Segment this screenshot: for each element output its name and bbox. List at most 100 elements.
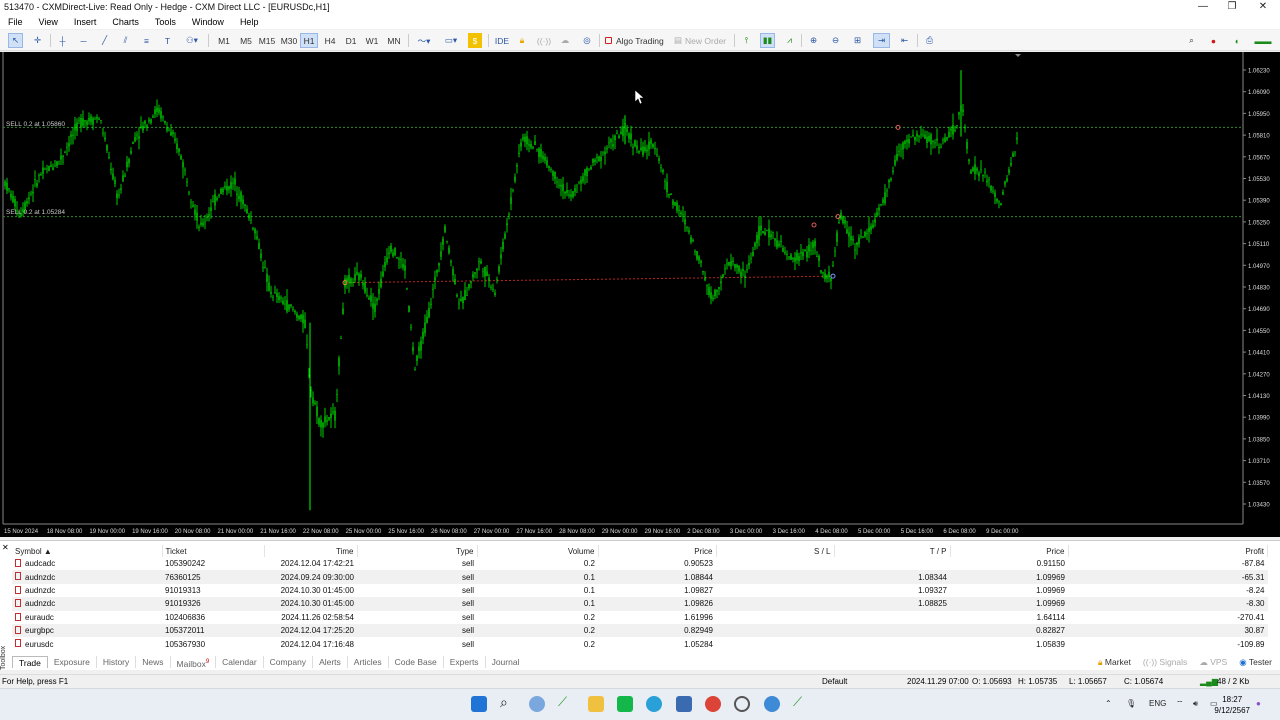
zoom-in-icon[interactable]: ⊕ [806, 33, 821, 48]
autoscroll-icon[interactable]: ⇥ [873, 33, 890, 48]
language-indicator[interactable]: ENG [1149, 699, 1166, 708]
menu-charts[interactable]: Charts [104, 17, 147, 27]
table-row[interactable]: audnzdc 91019313 2024.10.30 01:45:00 sell 0.… [12, 584, 1268, 597]
shapes-icon[interactable]: ⚇▾ [181, 33, 203, 48]
price-chart[interactable]: 1.06230 1.06090 1.05950 1.05810 1.05670 1.055… [0, 52, 1280, 537]
menu-insert[interactable]: Insert [66, 17, 105, 27]
algo-trading-button[interactable]: Algo Trading [605, 33, 665, 48]
windows-start-icon[interactable] [471, 696, 487, 712]
wifi-icon[interactable]: ⌔ [1176, 699, 1184, 709]
tab-alerts[interactable]: Alerts [313, 655, 348, 668]
restore-button[interactable]: ❐ [1222, 1, 1242, 12]
col-tp[interactable]: T / P [834, 545, 951, 557]
col-time[interactable]: Time [264, 545, 358, 557]
market-watch-icon[interactable]: ◎ [580, 33, 594, 48]
col-volume[interactable]: Volume [477, 545, 599, 557]
status-profile[interactable]: Default [822, 677, 847, 686]
tab-experts[interactable]: Experts [444, 655, 486, 668]
strategy-icon[interactable]: $ [468, 33, 482, 48]
tf-m30[interactable]: M30 [278, 33, 300, 48]
tester-link[interactable]: ◉ Tester [1239, 657, 1272, 668]
col-symbol[interactable]: Symbol ▲ [12, 545, 163, 557]
notification-icon[interactable]: ● [1206, 33, 1221, 48]
menu-file[interactable]: File [0, 17, 31, 27]
cloud-icon[interactable]: ☁ [558, 33, 572, 48]
mt5-active-icon[interactable]: ⟋ [793, 694, 809, 710]
line-chart-icon[interactable]: ⩘ [782, 33, 797, 48]
calculator-icon[interactable] [676, 696, 692, 712]
tab-company[interactable]: Company [264, 655, 314, 668]
tab-code-base[interactable]: Code Base [389, 655, 444, 668]
table-row[interactable]: audcadc 105390242 2024.12.04 17:42:21 sell 0… [12, 557, 1268, 570]
tf-m15[interactable]: M15 [256, 33, 278, 48]
search-icon[interactable]: ⌕ [1184, 33, 1199, 48]
col-ticket[interactable]: Ticket [162, 545, 265, 557]
telegram-icon[interactable] [646, 696, 662, 712]
menu-view[interactable]: View [31, 17, 66, 27]
signal-icon[interactable]: ((·)) [537, 33, 551, 48]
channel-icon[interactable]: ⫽ [118, 33, 133, 48]
trendline-icon[interactable]: ╱ [97, 33, 112, 48]
new-order-button[interactable]: ▤ New Order [674, 33, 730, 48]
copilot-icon[interactable] [529, 696, 545, 712]
signals-link[interactable]: ((·)) Signals [1143, 657, 1187, 668]
tf-h4[interactable]: H4 [321, 33, 339, 48]
menu-window[interactable]: Window [184, 17, 232, 27]
account-icon[interactable]: ◐ [1230, 33, 1245, 48]
close-icon[interactable]: ✕ [2, 543, 9, 552]
volume-icon[interactable]: 🔊︎ [1193, 699, 1198, 709]
ide-button[interactable]: IDE [493, 33, 511, 48]
line-app-icon[interactable] [617, 696, 633, 712]
screenshot-icon[interactable]: ⎙ [922, 33, 937, 48]
table-row[interactable]: audnzdc 76360125 2024.09.24 09:30:00 sell 0.… [12, 570, 1268, 584]
horizontal-line-icon[interactable]: ─ [76, 33, 91, 48]
fibonacci-icon[interactable]: ≡ [139, 33, 154, 48]
col-current-price[interactable]: Price [950, 545, 1069, 557]
candle-chart-icon[interactable]: ▮▮ [760, 33, 775, 48]
table-row[interactable]: audnzdc 91019326 2024.10.30 01:45:00 sell 0.… [12, 597, 1268, 611]
tab-articles[interactable]: Articles [348, 655, 389, 668]
tf-w1[interactable]: W1 [363, 33, 381, 48]
microphone-icon[interactable]: 🎙︎ [1126, 699, 1136, 708]
col-price[interactable]: Price [598, 545, 717, 557]
tf-m5[interactable]: M5 [236, 33, 256, 48]
mt5-icon[interactable]: ⟋ [558, 694, 574, 710]
tray-chevron-icon[interactable]: ⌃ [1105, 699, 1112, 708]
clock[interactable]: 18:27 9/12/2567 [1214, 694, 1250, 716]
table-row[interactable]: euraudc 102406836 2024.11.26 02:58:54 sell 0… [12, 611, 1268, 624]
tab-journal[interactable]: Journal [486, 656, 526, 668]
minimize-button[interactable]: — [1193, 1, 1213, 12]
tf-m1[interactable]: M1 [214, 33, 234, 48]
tab-mailbox[interactable]: Mailbox9 [171, 655, 217, 668]
messenger-icon[interactable] [764, 696, 780, 712]
close-button[interactable]: ✕ [1253, 1, 1273, 12]
tf-h1[interactable]: H1 [300, 33, 318, 48]
templates-icon[interactable]: ▭▾ [440, 33, 462, 48]
text-tool-icon[interactable]: T [160, 33, 175, 48]
cursor-icon[interactable]: ↖ [8, 33, 23, 48]
chrome-icon[interactable] [705, 696, 721, 712]
tab-news[interactable]: News [136, 655, 171, 668]
bar-chart-icon[interactable]: ⫯ [739, 33, 754, 48]
vertical-line-icon[interactable]: ┼ [55, 33, 70, 48]
app-icon[interactable] [734, 696, 750, 712]
chart-shift-icon[interactable]: ⇤ [896, 33, 913, 48]
col-profit[interactable]: Profit [1068, 545, 1268, 557]
table-row[interactable]: eurgbpc 105372011 2024.12.04 17:25:20 sell 0… [12, 623, 1268, 638]
tab-calendar[interactable]: Calendar [216, 655, 264, 668]
indicators-icon[interactable]: 〜▾ [413, 33, 435, 48]
chart-canvas[interactable]: 1.06230 1.06090 1.05950 1.05810 1.05670 1.055… [0, 52, 1280, 537]
lock-icon[interactable]: 🔒︎ [515, 33, 529, 48]
menu-tools[interactable]: Tools [147, 17, 184, 27]
tf-d1[interactable]: D1 [342, 33, 360, 48]
tf-mn[interactable]: MN [384, 33, 404, 48]
signals-status-icon[interactable]: ▬▬ [1250, 33, 1276, 48]
help-icon[interactable]: ● [1256, 699, 1261, 708]
zoom-out-icon[interactable]: ⊖ [828, 33, 843, 48]
search-icon[interactable]: ⌕ [500, 694, 516, 710]
vps-link[interactable]: ☁ VPS [1199, 657, 1227, 668]
grid-icon[interactable]: ⊞ [850, 33, 865, 48]
col-type[interactable]: Type [357, 545, 478, 557]
tab-trade[interactable]: Trade [12, 655, 48, 668]
table-row[interactable]: eurusdc 105367930 2024.12.04 17:16:48 sell 0… [12, 637, 1268, 650]
